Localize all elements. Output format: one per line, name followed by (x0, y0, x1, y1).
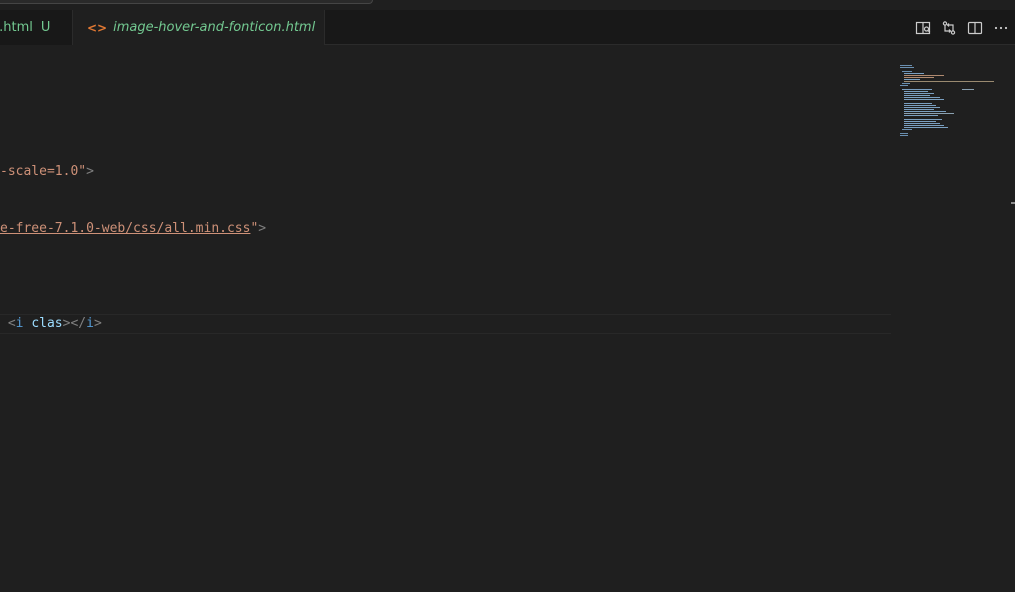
tag-token: i (86, 316, 94, 331)
punctuation-token: > (93, 316, 102, 331)
code-editor[interactable]: -scale=1.0"> e-free-7.1.0-web/css/all.mi… (0, 45, 1015, 592)
tab-label: t.html (0, 20, 33, 35)
punctuation-token: ></ (62, 316, 87, 331)
attribute-token: clas (31, 316, 63, 331)
current-line-highlight (0, 314, 891, 334)
minimap[interactable] (896, 65, 1006, 145)
tab-t-html[interactable]: t.html U (0, 10, 73, 45)
compare-changes-icon[interactable] (941, 20, 957, 36)
code-line-icon: <i clas></i> (0, 314, 102, 333)
punctuation-token: > (258, 221, 267, 236)
punctuation-token: < (7, 316, 16, 331)
tab-image-hover-and-fonticon[interactable]: <> image-hover-and-fonticon.html U (73, 10, 325, 45)
editor-actions (915, 10, 1009, 45)
untracked-badge: U (323, 20, 324, 35)
split-editor-icon[interactable] (967, 20, 983, 36)
title-strip (0, 0, 1015, 10)
tab-label: image-hover-and-fonticon.html (113, 20, 316, 35)
link-href-token[interactable]: e-free-7.1.0-web/css/all.min.css (0, 221, 250, 236)
more-actions-icon[interactable] (993, 20, 1009, 36)
string-token: -scale=1.0" (0, 164, 87, 179)
untracked-badge: U (40, 20, 51, 35)
editor-tab-bar: t.html U <> image-hover-and-fonticon.htm… (0, 10, 1015, 45)
open-preview-icon[interactable] (915, 20, 931, 36)
scrollbar-cursor-marker (1011, 202, 1015, 204)
punctuation-token: > (86, 164, 94, 179)
command-center-edge (0, 0, 373, 4)
code-line-stylesheet-link: e-free-7.1.0-web/css/all.min.css"> (0, 219, 266, 238)
html-file-icon: <> (87, 20, 108, 35)
code-line-viewport: -scale=1.0"> (0, 162, 94, 181)
